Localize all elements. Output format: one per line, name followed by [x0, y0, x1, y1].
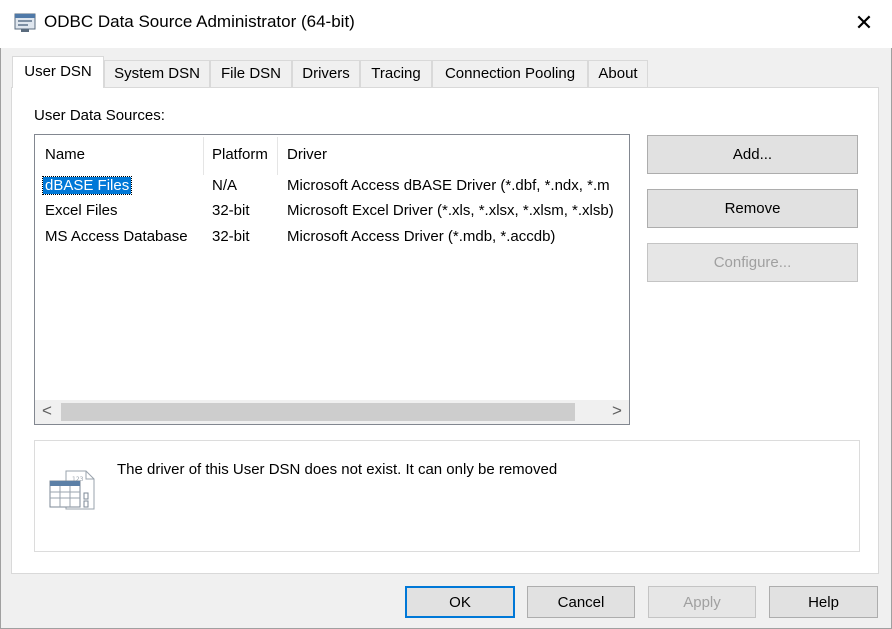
scroll-thumb[interactable]: [61, 403, 575, 421]
cancel-button[interactable]: Cancel: [527, 586, 635, 618]
tab-file-dsn[interactable]: File DSN: [210, 60, 292, 87]
row-name[interactable]: dBASE Files: [41, 176, 133, 195]
scroll-left-icon[interactable]: <: [35, 400, 59, 424]
description-panel: 123 The driver of this User DSN does not…: [34, 440, 860, 552]
row-platform: 32-bit: [212, 228, 250, 245]
window-title: ODBC Data Source Administrator (64-bit): [44, 12, 355, 31]
ok-button[interactable]: OK: [405, 586, 515, 618]
add-button[interactable]: Add...: [647, 135, 858, 174]
user-data-sources-label: User Data Sources:: [34, 107, 165, 124]
row-driver: Microsoft Access Driver (*.mdb, *.accdb): [287, 228, 556, 245]
description-text: The driver of this User DSN does not exi…: [117, 461, 558, 478]
column-divider[interactable]: [203, 137, 204, 175]
tab-user-dsn[interactable]: User DSN: [12, 56, 104, 88]
column-header-name[interactable]: Name: [45, 143, 85, 167]
tab-system-dsn[interactable]: System DSN: [104, 60, 210, 87]
row-name[interactable]: MS Access Database: [45, 226, 188, 248]
row-platform: N/A: [212, 177, 238, 194]
tab-tracing[interactable]: Tracing: [360, 60, 432, 87]
remove-button[interactable]: Remove: [647, 189, 858, 228]
column-divider[interactable]: [277, 137, 278, 175]
row-name[interactable]: Excel Files: [45, 200, 118, 222]
user-data-sources-list[interactable]: Name Platform Driver dBASE Files N/A Mic…: [34, 134, 630, 425]
close-icon[interactable]: ✕: [846, 10, 882, 38]
horizontal-scrollbar[interactable]: < >: [35, 400, 629, 424]
apply-button[interactable]: Apply: [648, 586, 756, 618]
configure-button[interactable]: Configure...: [647, 243, 858, 282]
scroll-right-icon[interactable]: >: [605, 400, 629, 424]
row-platform: 32-bit: [212, 202, 250, 219]
tab-connection-pooling[interactable]: Connection Pooling: [432, 60, 588, 87]
column-header-platform[interactable]: Platform: [212, 143, 268, 167]
row-driver: Microsoft Excel Driver (*.xls, *.xlsx, *…: [287, 202, 614, 219]
tab-about[interactable]: About: [588, 60, 648, 87]
column-header-driver[interactable]: Driver: [287, 143, 327, 167]
odbc-admin-icon: [14, 13, 36, 32]
help-button[interactable]: Help: [769, 586, 878, 618]
title-bar: ODBC Data Source Administrator (64-bit) …: [0, 0, 892, 48]
data-source-document-icon: 123: [49, 470, 95, 510]
row-driver: Microsoft Access dBASE Driver (*.dbf, *.…: [287, 177, 610, 194]
tab-drivers[interactable]: Drivers: [292, 60, 360, 87]
